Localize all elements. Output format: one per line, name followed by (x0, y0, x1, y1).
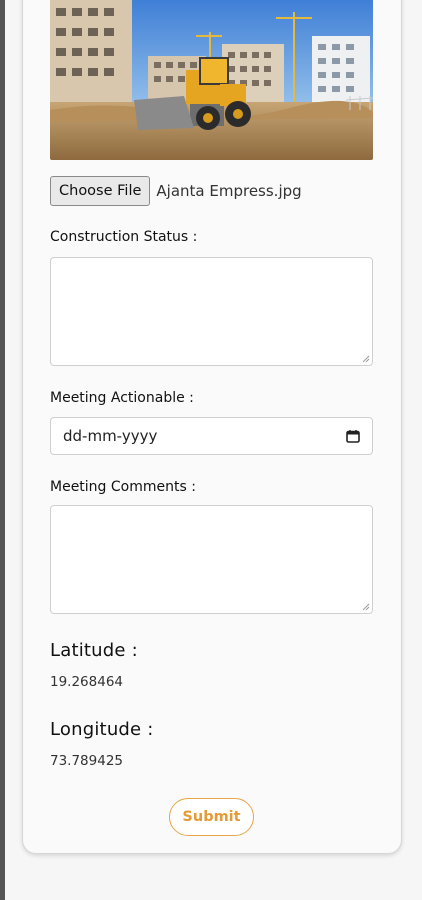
meeting-actionable-label: Meeting Actionable : (50, 390, 194, 406)
submit-button[interactable]: Submit (169, 798, 254, 836)
latitude-value: 19.268464 (50, 674, 124, 690)
longitude-value: 73.789425 (50, 753, 124, 769)
longitude-heading: Longitude : (50, 719, 154, 740)
latitude-heading: Latitude : (50, 640, 138, 661)
meeting-comments-label: Meeting Comments : (50, 479, 196, 495)
file-input-row: Choose File Ajanta Empress.jpg (50, 176, 302, 206)
calendar-icon[interactable] (346, 429, 360, 443)
construction-status-textarea[interactable] (50, 257, 373, 366)
construction-status-label: Construction Status : (50, 229, 198, 245)
meeting-comments-textarea[interactable] (50, 505, 373, 614)
construction-site-photo (50, 0, 373, 160)
choose-file-button[interactable]: Choose File (50, 176, 151, 206)
resize-handle-icon[interactable] (362, 603, 370, 611)
selected-file-name: Ajanta Empress.jpg (156, 182, 302, 200)
date-placeholder: dd-mm-yyyy (63, 427, 158, 445)
page-edge (0, 0, 5, 900)
meeting-actionable-date-input[interactable]: dd-mm-yyyy (50, 417, 373, 455)
uploaded-image-preview (50, 0, 373, 160)
resize-handle-icon[interactable] (362, 355, 370, 363)
